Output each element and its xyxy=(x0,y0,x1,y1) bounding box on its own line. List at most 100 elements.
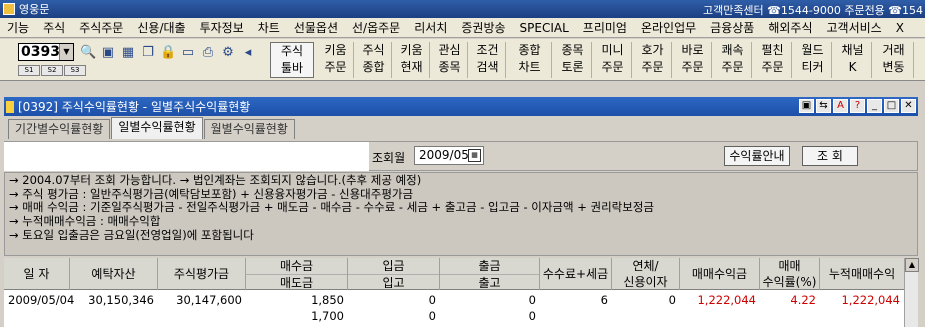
menu-item[interactable]: X xyxy=(889,21,911,35)
toolbar-button[interactable]: 호가 주문 xyxy=(634,42,672,78)
col-trade-profit[interactable]: 매매수익금 xyxy=(680,258,760,290)
table-scrollbar[interactable]: ▲ xyxy=(904,258,919,327)
cell-date: 2009/05/04 xyxy=(8,293,75,307)
col-deposit[interactable]: 예탁자산 xyxy=(70,258,158,290)
screen-slot-tabs: S1 S2 S3 xyxy=(18,65,87,76)
menu-item[interactable]: 주식주문 xyxy=(72,19,130,36)
print-icon[interactable]: ⎙ xyxy=(200,45,216,61)
menu-item[interactable]: 기능 xyxy=(0,19,36,36)
toolbar-button[interactable]: 바로 주문 xyxy=(674,42,712,78)
menu-item[interactable]: 고객서비스 xyxy=(820,19,889,36)
toolbar-button[interactable]: 종목 토론 xyxy=(554,42,592,78)
main-toolbar: 0393 ▼ S1 S2 S3 🔍 ▣ ▦ ❐ 🔒 ▭ ⎙ ⚙ ◂ 주식 툴바 … xyxy=(0,39,925,81)
account-area xyxy=(4,142,369,171)
toolbar-button[interactable]: 관심 종목 xyxy=(432,42,468,78)
menu-item[interactable]: SPECIAL xyxy=(513,21,576,35)
help-icon[interactable]: ? xyxy=(850,99,865,113)
menu-item[interactable]: 선/옵주문 xyxy=(345,19,407,36)
menu-item[interactable]: 프리미엄 xyxy=(576,19,634,36)
scroll-up-icon[interactable]: ▲ xyxy=(905,258,919,272)
menu-item[interactable]: 금융상품 xyxy=(703,19,761,36)
note-line: → 매매 수익금 : 기준일주식평가금 - 전일주식평가금 + 매도금 - 매수… xyxy=(9,200,654,215)
monitor-icon[interactable]: ▭ xyxy=(180,45,196,61)
toolbar-button[interactable]: 미니 주문 xyxy=(594,42,632,78)
toolbar-button[interactable]: 주식 종합 xyxy=(356,42,392,78)
menu-item[interactable]: 해외주식 xyxy=(761,19,819,36)
toolbar-button[interactable]: 펼친 주문 xyxy=(754,42,792,78)
menu-item[interactable]: 신용/대출 xyxy=(130,19,192,36)
toolbar-button[interactable]: 조건 검색 xyxy=(470,42,506,78)
arrow-left-icon[interactable]: ◂ xyxy=(240,45,256,61)
minimize-icon[interactable]: _ xyxy=(867,99,882,113)
cell-buy: 1,850 xyxy=(311,293,344,307)
menu-item[interactable]: 온라인업무 xyxy=(634,19,703,36)
window-layout-icon[interactable]: ▣ xyxy=(799,99,814,113)
screen-code-input[interactable]: 0393 ▼ xyxy=(18,43,74,61)
cell-withdraw: 0 xyxy=(528,293,536,307)
notes-panel: → 2004.07부터 조회 가능합니다. → 법인계좌는 조회되지 않습니다.… xyxy=(4,172,918,256)
menu-item[interactable]: 증권방송 xyxy=(454,19,512,36)
slot-tab[interactable]: S2 xyxy=(41,65,63,76)
slot-tab[interactable]: S1 xyxy=(18,65,40,76)
stock-toolbar-button[interactable]: 주식 툴바 xyxy=(270,42,314,78)
col-deposit-in[interactable]: 입금 입고 xyxy=(348,258,440,290)
toolbar-button[interactable]: 거래 변동 xyxy=(874,42,914,78)
col-withdraw[interactable]: 출금 출고 xyxy=(440,258,540,290)
copy-icon[interactable]: ❐ xyxy=(140,45,156,61)
return-table: 일 자 예탁자산 주식평가금 매수금 매도금 입금 입고 출금 출고 수수료+세… xyxy=(4,258,904,327)
query-month-input[interactable]: 2009/05 ▦ xyxy=(414,146,484,165)
app-title: 영웅문 xyxy=(19,3,50,16)
col-cum-profit[interactable]: 누적매매수익 xyxy=(820,258,904,290)
col-return-rate[interactable]: 매매 수익률(%) xyxy=(760,258,820,290)
note-line: → 누적매매수익금 : 매매수익합 xyxy=(9,214,161,229)
menu-item[interactable]: 주식 xyxy=(36,19,72,36)
toolbar-button[interactable]: 월드 티커 xyxy=(794,42,832,78)
menu-item[interactable]: 차트 xyxy=(251,19,287,36)
menu-item[interactable]: 리서치 xyxy=(407,19,454,36)
note-line: → 토요일 입출금은 금요일(전영업일)에 포함됩니다 xyxy=(9,227,254,242)
search-button[interactable]: 조 회 xyxy=(802,146,858,166)
search-icon[interactable]: 🔍 xyxy=(80,45,96,61)
calendar-icon[interactable]: ▦ xyxy=(468,149,481,162)
maximize-icon[interactable]: □ xyxy=(884,99,899,113)
menu-item[interactable]: 투자정보 xyxy=(193,19,251,36)
toolbar-icons: 🔍 ▣ ▦ ❐ 🔒 ▭ ⎙ ⚙ ◂ xyxy=(80,45,260,61)
cell-return-rate: 4.22 xyxy=(790,293,816,307)
col-date[interactable]: 일 자 xyxy=(4,258,70,290)
window-title: [0392] 주식수익률현황 - 일별주식수익률현황 xyxy=(18,100,251,114)
tab-monthly-return[interactable]: 월별수익률현황 xyxy=(203,119,295,139)
menu-item[interactable]: 선물옵션 xyxy=(287,19,345,36)
return-guide-button[interactable]: 수익률안내 xyxy=(724,146,790,166)
dropdown-icon[interactable]: ▼ xyxy=(59,44,73,60)
toolbar-button[interactable]: 키움 주문 xyxy=(318,42,354,78)
col-interest[interactable]: 연체/ 신용이자 xyxy=(612,258,680,290)
app-title-bar: 영웅문 고객만족센터 ☎1544-9000 주문전용 ☎154 xyxy=(0,0,925,18)
toolbar-button[interactable]: 채널 K xyxy=(834,42,872,78)
table-row[interactable]: 2009/05/04 30,150,346 30,147,600 1,850 0… xyxy=(4,292,904,308)
toolbar-button[interactable]: 쾌속 주문 xyxy=(714,42,752,78)
tab-strip: 기간별수익률현황 일별수익률현황 월별수익률현황 xyxy=(8,117,296,139)
toolbar-button[interactable]: 키움 현재 xyxy=(394,42,430,78)
col-buy-sell[interactable]: 매수금 매도금 xyxy=(246,258,348,290)
cell-sell: 1,700 xyxy=(311,309,344,323)
font-size-icon[interactable]: A xyxy=(833,99,848,113)
toolbar-button[interactable]: 종합 차트 xyxy=(508,42,552,78)
slot-tab[interactable]: S3 xyxy=(64,65,86,76)
tab-period-return[interactable]: 기간별수익률현황 xyxy=(8,119,111,139)
cell-cum-profit: 1,222,044 xyxy=(841,293,900,307)
calculator-icon[interactable]: ▦ xyxy=(120,45,136,61)
tab-daily-return[interactable]: 일별수익률현황 xyxy=(111,117,203,139)
cell-stock-eval: 30,147,600 xyxy=(176,293,242,307)
col-fee-tax[interactable]: 수수료+세금 xyxy=(540,258,612,290)
note-line: → 주식 평가금 : 일반주식평가금(예탁담보포함) + 신용융자평가금 - 신… xyxy=(9,186,414,201)
link-icon[interactable]: ⇆ xyxy=(816,99,831,113)
table-header: 일 자 예탁자산 주식평가금 매수금 매도금 입금 입고 출금 출고 수수료+세… xyxy=(4,258,904,290)
settings-icon[interactable]: ⚙ xyxy=(220,45,236,61)
cell-stock-out: 0 xyxy=(528,309,536,323)
table-row[interactable]: 1,700 0 0 xyxy=(4,308,904,324)
save-icon[interactable]: ▣ xyxy=(100,45,116,61)
close-icon[interactable]: ✕ xyxy=(901,99,916,113)
col-stock-eval[interactable]: 주식평가금 xyxy=(158,258,246,290)
cell-interest: 0 xyxy=(668,293,676,307)
lock-icon[interactable]: 🔒 xyxy=(160,45,176,61)
